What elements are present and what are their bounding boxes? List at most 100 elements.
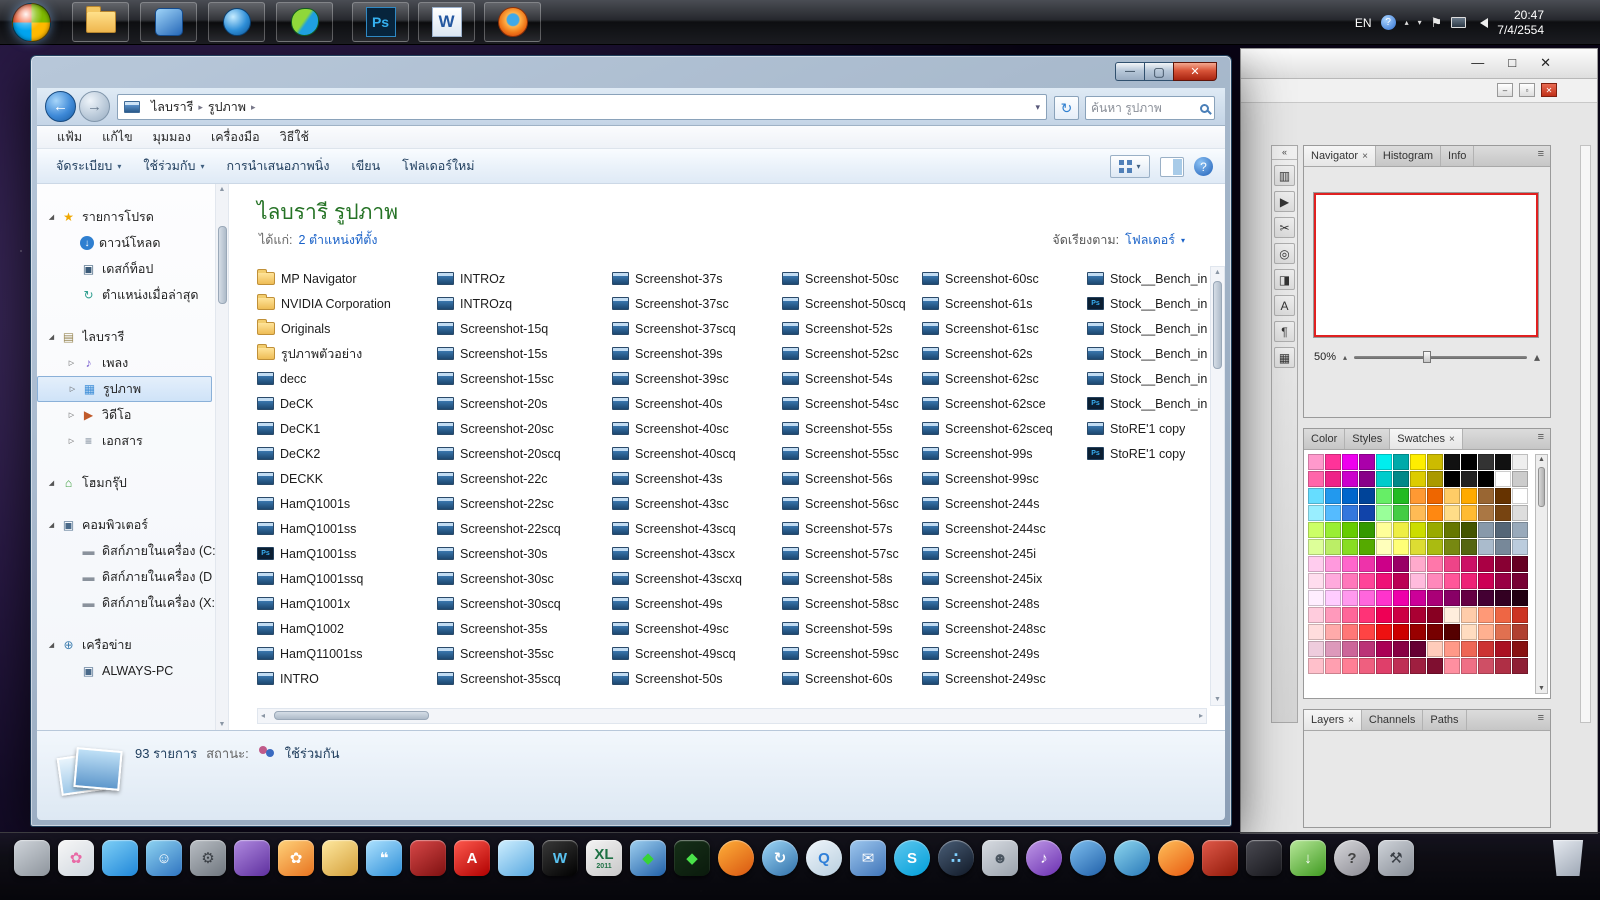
color-swatch[interactable] bbox=[1359, 607, 1375, 623]
navigator-preview[interactable] bbox=[1314, 193, 1538, 337]
color-swatch[interactable] bbox=[1393, 573, 1409, 589]
file-item[interactable]: Screenshot-15q bbox=[437, 316, 608, 341]
color-swatch[interactable] bbox=[1359, 641, 1375, 657]
color-swatch[interactable] bbox=[1478, 522, 1494, 538]
taskbar-button-app-blue[interactable] bbox=[140, 2, 197, 42]
color-swatch[interactable] bbox=[1427, 556, 1443, 572]
expander-icon[interactable]: ◢ bbox=[45, 213, 58, 221]
color-swatch[interactable] bbox=[1427, 658, 1443, 674]
sidebar-item-download[interactable]: ↓ ดาวน์โหลด bbox=[37, 230, 215, 256]
dock-music-app-icon[interactable]: ♪ bbox=[1026, 840, 1062, 876]
zoom-slider-thumb[interactable] bbox=[1423, 350, 1432, 363]
color-swatch[interactable] bbox=[1376, 658, 1392, 674]
expander-icon[interactable]: ▷ bbox=[65, 437, 78, 445]
color-swatch[interactable] bbox=[1444, 624, 1460, 640]
color-swatch[interactable] bbox=[1308, 573, 1324, 589]
file-item[interactable]: Screenshot-37scq bbox=[612, 316, 778, 341]
file-item[interactable]: Screenshot-50sc bbox=[782, 266, 918, 291]
file-item[interactable]: Screenshot-245i bbox=[922, 541, 1083, 566]
tab-styles[interactable]: Styles bbox=[1345, 429, 1391, 449]
file-item[interactable]: Stock__Bench_in_th bbox=[1087, 316, 1207, 341]
color-swatch[interactable] bbox=[1342, 471, 1358, 487]
color-swatch[interactable] bbox=[1376, 454, 1392, 470]
color-swatch[interactable] bbox=[1325, 539, 1341, 555]
color-swatch[interactable] bbox=[1512, 624, 1528, 640]
color-swatch[interactable] bbox=[1512, 573, 1528, 589]
file-item[interactable]: INTROzq bbox=[437, 291, 608, 316]
file-item[interactable]: Screenshot-37sc bbox=[612, 291, 778, 316]
color-swatch[interactable] bbox=[1342, 573, 1358, 589]
dock-contacts-app-icon[interactable]: ☻ bbox=[982, 840, 1018, 876]
swatches-scrollbar[interactable]: ▲ ▼ bbox=[1535, 454, 1548, 694]
color-swatch[interactable] bbox=[1444, 573, 1460, 589]
tab-layers[interactable]: Layers × bbox=[1304, 710, 1362, 730]
dock-theater-app-icon[interactable] bbox=[410, 840, 446, 876]
file-item[interactable]: Screenshot-56sc bbox=[782, 491, 918, 516]
dock-bird-app-icon[interactable] bbox=[102, 840, 138, 876]
target-icon[interactable]: ◎ bbox=[1274, 243, 1295, 264]
dock-compass-app-icon[interactable] bbox=[1114, 840, 1150, 876]
file-item[interactable]: Screenshot-56s bbox=[782, 466, 918, 491]
doc-minimize-icon[interactable]: – bbox=[1497, 83, 1513, 97]
file-item[interactable]: Ps Stock__Bench_in_th bbox=[1087, 291, 1207, 316]
color-swatch[interactable] bbox=[1393, 590, 1409, 606]
color-swatch[interactable] bbox=[1393, 607, 1409, 623]
color-swatch[interactable] bbox=[1393, 641, 1409, 657]
color-swatch[interactable] bbox=[1410, 658, 1426, 674]
color-swatch[interactable] bbox=[1512, 658, 1528, 674]
zoom-slider[interactable] bbox=[1354, 350, 1527, 363]
file-item[interactable]: StoRE'1 copy bbox=[1087, 416, 1207, 441]
tab-paths[interactable]: Paths bbox=[1423, 710, 1467, 730]
color-swatch[interactable] bbox=[1325, 556, 1341, 572]
file-item[interactable]: Screenshot-20s bbox=[437, 391, 608, 416]
dock-quicktime-app-icon[interactable]: Q bbox=[806, 840, 842, 876]
color-swatch[interactable] bbox=[1325, 607, 1341, 623]
color-swatch[interactable] bbox=[1376, 471, 1392, 487]
sidebar-item-pc[interactable]: ▣ ALWAYS-PC bbox=[37, 658, 215, 684]
color-swatch[interactable] bbox=[1376, 539, 1392, 555]
color-swatch[interactable] bbox=[1342, 624, 1358, 640]
color-swatch[interactable] bbox=[1461, 471, 1477, 487]
color-swatch[interactable] bbox=[1461, 522, 1477, 538]
color-swatch[interactable] bbox=[1308, 539, 1324, 555]
dock-archive-app-icon[interactable] bbox=[14, 840, 50, 876]
color-swatch[interactable] bbox=[1308, 505, 1324, 521]
action-center-flag-icon[interactable]: ⚑ bbox=[1431, 15, 1443, 31]
file-item[interactable]: Originals bbox=[257, 316, 433, 341]
color-swatch[interactable] bbox=[1410, 641, 1426, 657]
dock-timemachine-app-icon[interactable]: ↻ bbox=[762, 840, 798, 876]
color-swatch[interactable] bbox=[1461, 539, 1477, 555]
color-swatch[interactable] bbox=[1495, 522, 1511, 538]
file-item[interactable]: Screenshot-20sc bbox=[437, 416, 608, 441]
dock-flower-app-icon[interactable]: ✿ bbox=[278, 840, 314, 876]
file-item[interactable]: Screenshot-50s bbox=[612, 666, 778, 691]
close-icon[interactable]: ✕ bbox=[1540, 55, 1551, 71]
file-item[interactable]: Screenshot-40sc bbox=[612, 416, 778, 441]
color-swatch[interactable] bbox=[1495, 539, 1511, 555]
color-swatch[interactable] bbox=[1359, 590, 1375, 606]
color-swatch[interactable] bbox=[1444, 471, 1460, 487]
color-swatch[interactable] bbox=[1342, 641, 1358, 657]
dock-mail-app-icon[interactable]: ✉ bbox=[850, 840, 886, 876]
file-item[interactable]: DECKK bbox=[257, 466, 433, 491]
color-swatch[interactable] bbox=[1427, 454, 1443, 470]
file-item[interactable]: Ps StoRE'1 copy bbox=[1087, 441, 1207, 466]
color-swatch[interactable] bbox=[1325, 624, 1341, 640]
color-swatch[interactable] bbox=[1359, 573, 1375, 589]
mask-icon[interactable]: ◨ bbox=[1274, 269, 1295, 290]
color-swatch[interactable] bbox=[1325, 471, 1341, 487]
scroll-right-icon[interactable]: ▸ bbox=[1199, 711, 1203, 720]
color-swatch[interactable] bbox=[1478, 641, 1494, 657]
search-box[interactable] bbox=[1085, 96, 1215, 120]
refresh-button[interactable] bbox=[1054, 96, 1079, 120]
file-item[interactable]: MP Navigator bbox=[257, 266, 433, 291]
color-swatch[interactable] bbox=[1393, 505, 1409, 521]
file-item[interactable]: Screenshot-249s bbox=[922, 641, 1083, 666]
back-button[interactable] bbox=[45, 91, 76, 122]
dock-skype-app-icon[interactable]: S bbox=[894, 840, 930, 876]
color-swatch[interactable] bbox=[1444, 539, 1460, 555]
color-swatch[interactable] bbox=[1512, 590, 1528, 606]
taskbar-button-photoshop[interactable]: Ps bbox=[352, 2, 409, 42]
color-swatch[interactable] bbox=[1325, 641, 1341, 657]
color-swatch[interactable] bbox=[1393, 471, 1409, 487]
